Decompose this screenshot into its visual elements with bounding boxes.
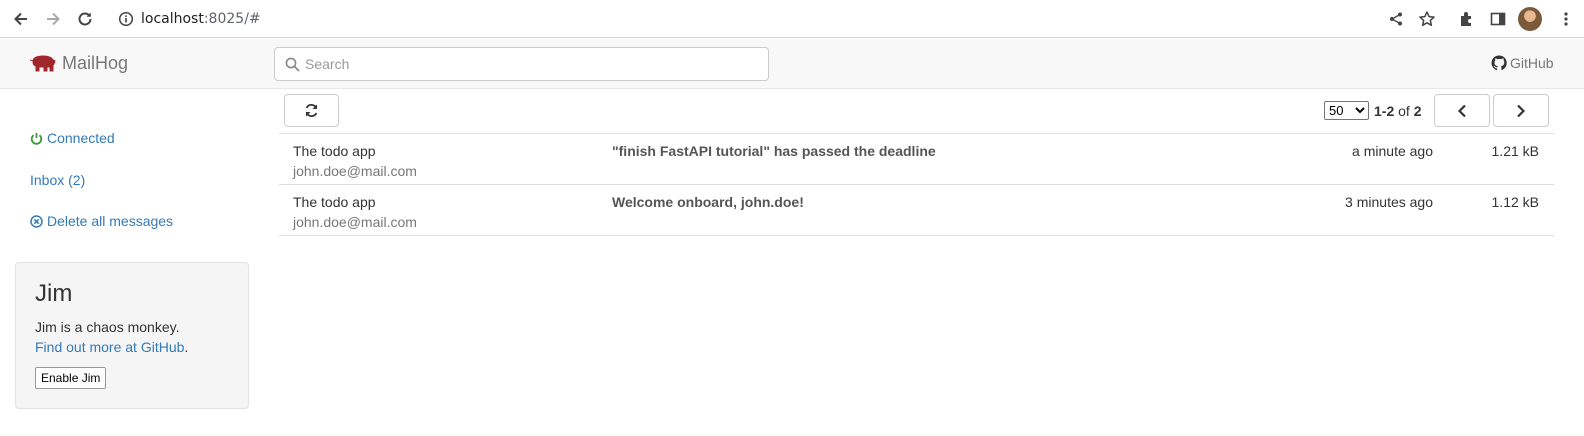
reload-icon[interactable]: [73, 7, 97, 31]
brand-name: MailHog: [62, 53, 129, 73]
message-subject: "finish FastAPI tutorial" has passed the…: [612, 143, 936, 159]
github-icon: [1491, 55, 1507, 71]
back-icon[interactable]: [9, 7, 33, 31]
url-path: :8025/#: [203, 11, 261, 27]
connection-status: Connected: [30, 130, 115, 146]
address-bar[interactable]: localhost:8025/#: [108, 4, 1444, 34]
message-list: The todo app john.doe@mail.com "finish F…: [279, 133, 1554, 236]
message-size: 1.21 kB: [1491, 143, 1539, 159]
browser-toolbar: localhost:8025/#: [0, 0, 1584, 38]
inbox-label: Inbox (2): [30, 172, 86, 188]
extensions-icon[interactable]: [1455, 7, 1479, 31]
brand-link[interactable]: MailHog: [30, 53, 128, 74]
page-range: 1-2 of 2: [1374, 103, 1422, 119]
page-of-label: of: [1398, 102, 1410, 119]
share-icon[interactable]: [1384, 7, 1408, 31]
sender-name: The todo app: [293, 194, 376, 210]
message-size: 1.12 kB: [1491, 194, 1539, 210]
site-info-icon[interactable]: [118, 11, 134, 30]
github-link[interactable]: GitHub: [1491, 55, 1554, 71]
refresh-icon: [305, 104, 318, 117]
jim-title: Jim: [35, 280, 73, 307]
enable-jim-button[interactable]: Enable Jim: [35, 367, 107, 389]
url-text: localhost:8025/#: [141, 11, 261, 27]
profile-avatar[interactable]: [1518, 7, 1542, 31]
browser-menu-icon[interactable]: [1556, 7, 1576, 31]
jim-github-link[interactable]: Find out more at GitHub: [35, 339, 184, 355]
jim-panel: Jim Jim is a chaos monkey. Find out more …: [15, 262, 249, 409]
sender-email: john.doe@mail.com: [293, 163, 417, 179]
delete-all-label: Delete all messages: [47, 213, 174, 229]
message-sender: The todo app john.doe@mail.com: [293, 141, 417, 181]
refresh-button[interactable]: [284, 94, 339, 127]
search-input[interactable]: [305, 49, 760, 79]
github-label: GitHub: [1510, 55, 1554, 71]
power-icon: [30, 132, 43, 145]
jim-description: Jim is a chaos monkey. Find out more at G…: [35, 317, 229, 357]
bookmark-star-icon[interactable]: [1415, 7, 1439, 31]
jim-link-suffix: .: [184, 339, 189, 355]
message-time: 3 minutes ago: [1345, 194, 1433, 210]
page-total-value: 2: [1413, 102, 1422, 119]
sender-name: The todo app: [293, 143, 376, 159]
chevron-left-icon: [1457, 104, 1466, 117]
app-navbar: MailHog GitHub: [0, 39, 1584, 89]
chevron-right-icon: [1517, 104, 1526, 117]
previous-page-button[interactable]: [1434, 94, 1490, 127]
message-time: a minute ago: [1352, 143, 1433, 159]
connected-label: Connected: [47, 130, 115, 146]
side-panel-icon[interactable]: [1486, 7, 1510, 31]
sender-email: john.doe@mail.com: [293, 214, 417, 230]
pagination-info: 50 1-2 of 2: [1324, 101, 1422, 120]
message-subject: Welcome onboard, john.doe!: [612, 194, 804, 210]
forward-icon[interactable]: [41, 7, 65, 31]
inbox-link[interactable]: Inbox (2): [30, 172, 85, 188]
jim-description-text: Jim is a chaos monkey.: [35, 319, 180, 335]
url-host: localhost: [141, 11, 204, 27]
pig-logo-icon: [30, 54, 56, 71]
message-row[interactable]: The todo app john.doe@mail.com "finish F…: [279, 134, 1554, 185]
next-page-button[interactable]: [1493, 94, 1549, 127]
search-icon: [285, 57, 300, 72]
search-box[interactable]: [274, 47, 769, 81]
message-sender: The todo app john.doe@mail.com: [293, 192, 417, 232]
message-row[interactable]: The todo app john.doe@mail.com Welcome o…: [279, 185, 1554, 236]
delete-all-messages-link[interactable]: Delete all messages: [30, 213, 173, 229]
page-size-select[interactable]: 50: [1324, 101, 1369, 120]
remove-circle-icon: [30, 214, 43, 228]
page-range-value: 1-2: [1374, 102, 1395, 119]
